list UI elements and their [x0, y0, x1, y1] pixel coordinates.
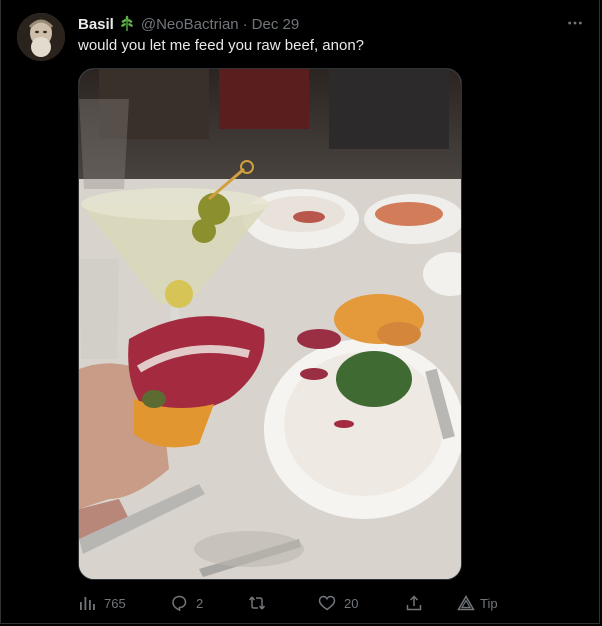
reply-button[interactable]: 2: [170, 590, 203, 616]
tweet-text: would you let me feed you raw beef, anon…: [78, 37, 365, 54]
photo-raw-beef-martini: [79, 69, 461, 579]
reply-count: 2: [196, 595, 204, 611]
heart-icon: [318, 595, 336, 611]
views-count: 765: [104, 595, 126, 611]
leaf-sprig-icon: [118, 15, 136, 33]
tweet-photo[interactable]: [78, 68, 462, 580]
views-button[interactable]: 765: [78, 590, 126, 616]
like-button[interactable]: 20: [318, 590, 358, 616]
tip-button[interactable]: Tip: [457, 590, 498, 616]
author-name[interactable]: Basil: [78, 16, 114, 33]
header-separator: ·: [242, 15, 248, 33]
tip-label: Tip: [480, 595, 498, 611]
retweet-button[interactable]: [248, 590, 274, 616]
share-button[interactable]: [405, 590, 423, 616]
tweet-header: Basil @NeoBactrian · Dec 29: [78, 14, 299, 34]
views-bar-chart-icon: [80, 597, 95, 610]
tweet-date[interactable]: Dec 29: [252, 16, 300, 33]
tweet-card[interactable]: Basil @NeoBactrian · Dec 29 would you le…: [0, 0, 600, 624]
tweet-actions: 765 2 20 Tip: [78, 590, 518, 616]
reply-bubble-icon: [172, 595, 187, 612]
tip-triangle-icon: [457, 594, 475, 611]
avatar[interactable]: [17, 13, 65, 61]
avatar-portrait: [17, 13, 65, 61]
more-horizontal-icon[interactable]: [563, 12, 587, 34]
like-count: 20: [344, 595, 359, 611]
author-handle[interactable]: @NeoBactrian: [141, 16, 239, 33]
share-upload-icon: [406, 595, 422, 611]
retweet-icon: [248, 596, 266, 610]
